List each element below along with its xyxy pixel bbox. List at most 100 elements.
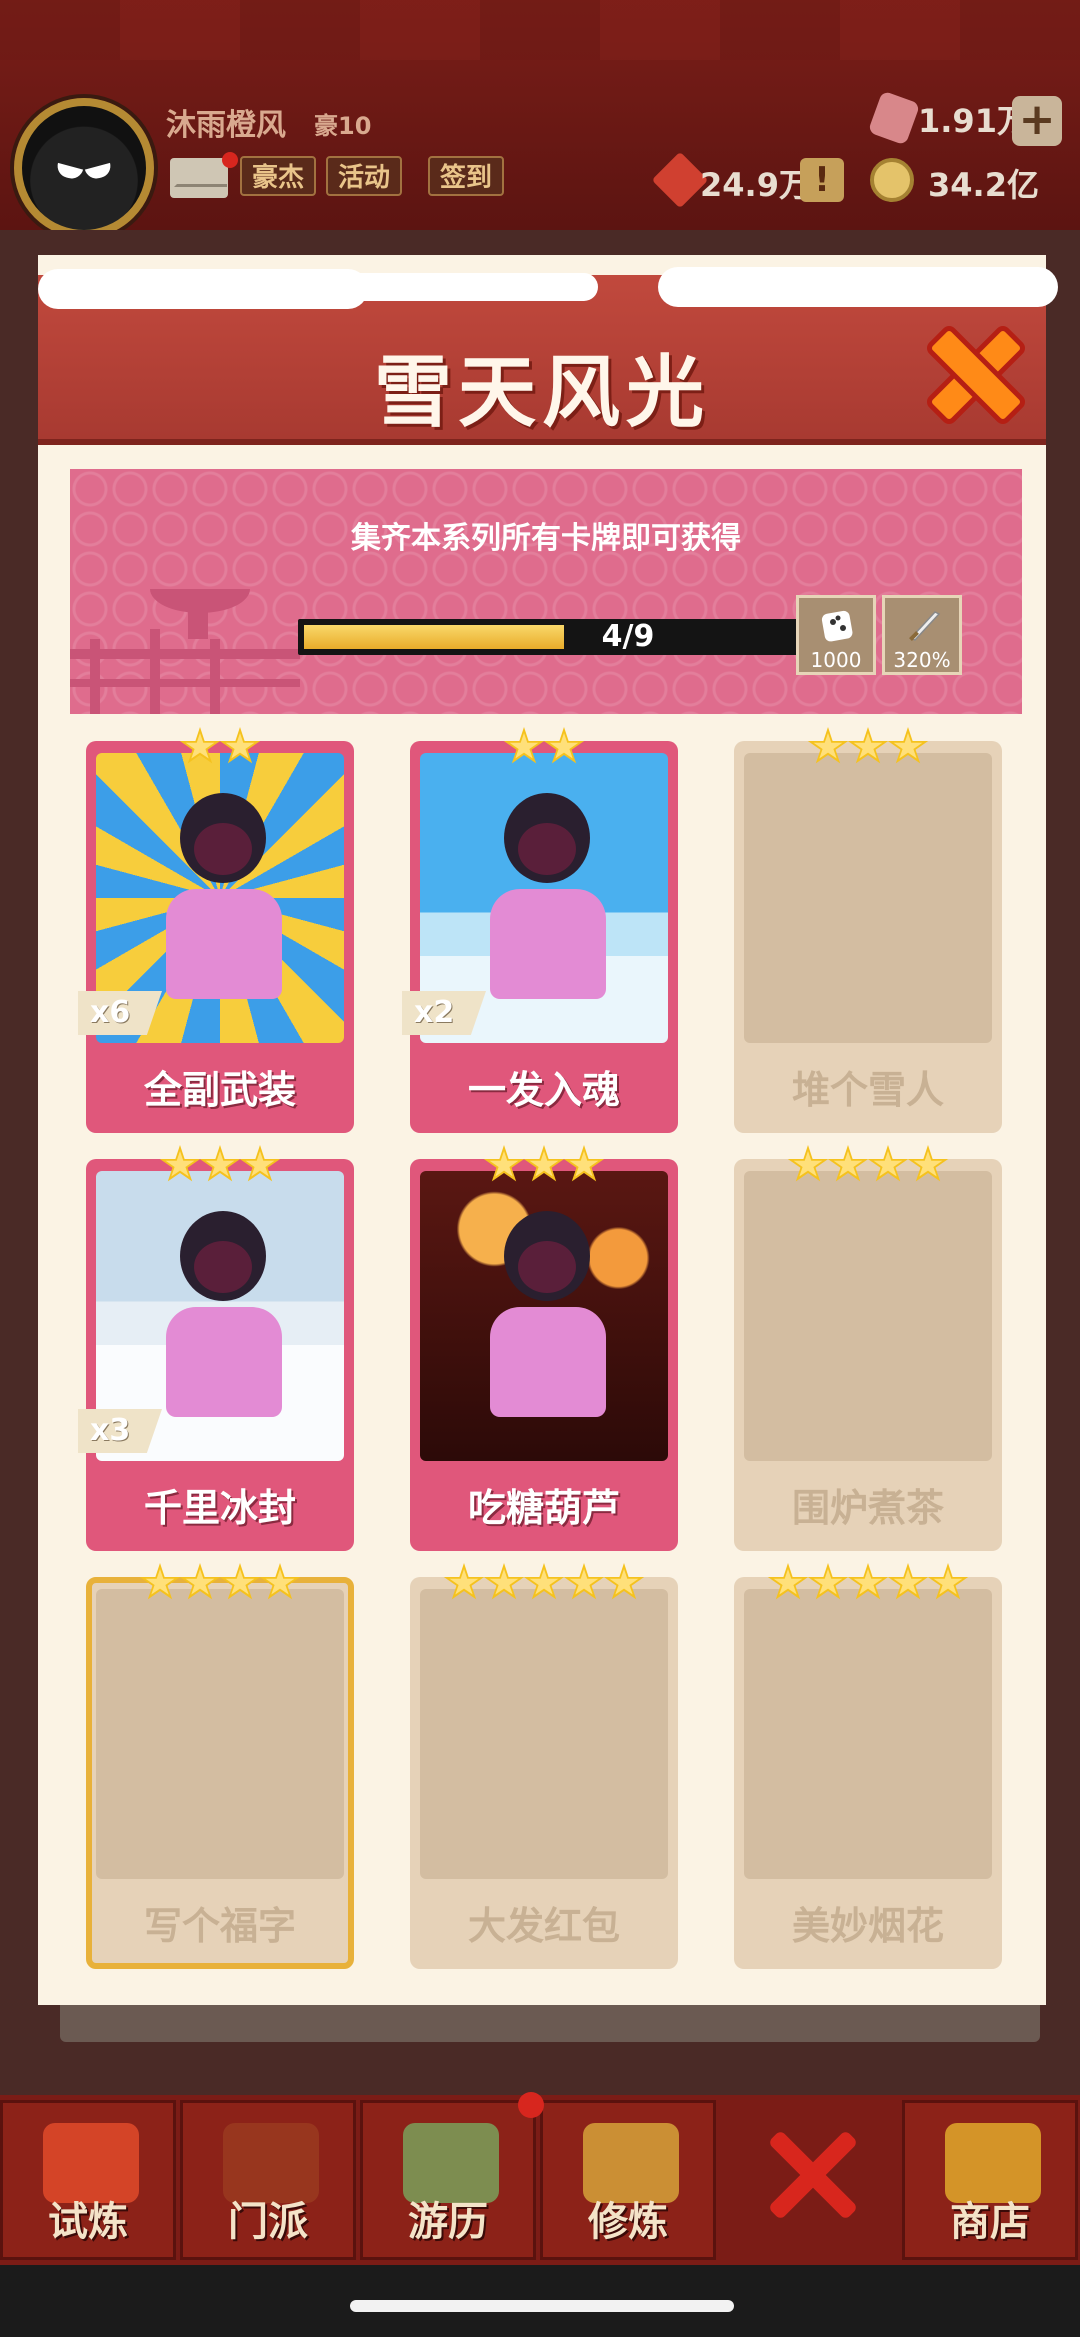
card-name: 全副武装 [143, 1068, 296, 1112]
star-icon [907, 1145, 949, 1182]
card-star-rating [410, 1563, 678, 1607]
star-icon [483, 1145, 525, 1182]
card-name: 写个福字 [143, 1904, 296, 1948]
star-icon [199, 1145, 241, 1182]
coin-count: 34.2亿 [928, 166, 1039, 204]
star-icon [179, 727, 221, 764]
activity-button[interactable]: 活动 [326, 156, 403, 196]
card-illustration [420, 1171, 668, 1461]
star-icon [603, 1563, 645, 1600]
star-icon [139, 1563, 181, 1600]
star-icon [807, 727, 849, 764]
bridge-illustration [70, 589, 300, 714]
reward-dice[interactable]: 1000 [796, 595, 876, 675]
sword-icon [909, 611, 941, 641]
card-star-rating [734, 1145, 1002, 1189]
reward-sword-value: 320% [893, 648, 951, 672]
home-indicator[interactable] [350, 2300, 734, 2312]
snow-decoration [298, 273, 598, 301]
star-icon [179, 1563, 221, 1600]
card-star-rating [410, 727, 678, 771]
card-name: 千里冰封 [143, 1486, 296, 1530]
star-icon [563, 1563, 605, 1600]
star-icon [807, 1563, 849, 1600]
star-icon [867, 1145, 909, 1182]
star-icon [927, 1563, 969, 1600]
checkin-button[interactable]: 签到 [428, 156, 505, 196]
card-star-rating [86, 1563, 354, 1607]
dice-icon [821, 610, 853, 642]
collection-card[interactable]: 大发红包 [410, 1563, 678, 1969]
collection-card[interactable]: 围炉煮茶 [734, 1145, 1002, 1551]
nav-close-icon[interactable] [756, 2120, 866, 2230]
collection-modal: 雪天风光 集齐本系列所有卡牌即可获得 4/9 1000 320% x6 全副武装… [38, 255, 1058, 2005]
collection-card[interactable]: 写个福字 [86, 1563, 354, 1969]
snow-decoration [658, 267, 1058, 307]
modal-body: 集齐本系列所有卡牌即可获得 4/9 1000 320% x6 全副武装 x2 一… [38, 451, 1046, 2005]
card-placeholder [744, 1171, 992, 1461]
nav-sect[interactable]: 门派 [180, 2100, 356, 2260]
star-icon [767, 1563, 809, 1600]
player-avatar[interactable] [14, 98, 154, 238]
avatar-eye-right [84, 162, 114, 182]
reward-sword[interactable]: 320% [882, 595, 962, 675]
reward-banner: 集齐本系列所有卡牌即可获得 4/9 1000 320% [70, 469, 1022, 714]
coin-icon [870, 158, 914, 202]
banner-text: 集齐本系列所有卡牌即可获得 [351, 521, 741, 556]
card-name: 堆个雪人 [791, 1068, 944, 1112]
star-icon [239, 1145, 281, 1182]
close-button[interactable] [926, 325, 1016, 415]
player-rank: 豪10 [314, 112, 372, 140]
star-icon [483, 1563, 525, 1600]
modal-title: 雪天风光 [373, 348, 710, 438]
star-icon [887, 727, 929, 764]
star-icon [847, 727, 889, 764]
nav-sect-label: 门派 [228, 2199, 308, 2245]
card-name: 大发红包 [467, 1904, 620, 1948]
card-name: 围炉煮茶 [791, 1486, 944, 1530]
modal-header: 雪天风光 [38, 267, 1058, 445]
progress-text: 4/9 [601, 619, 655, 654]
collection-card[interactable]: x3 千里冰封 [78, 1145, 354, 1551]
mail-notification-dot [222, 152, 238, 168]
nav-trial-label: 试炼 [48, 2199, 128, 2245]
star-icon [563, 1145, 605, 1182]
star-icon [259, 1563, 301, 1600]
star-icon [847, 1563, 889, 1600]
collection-card[interactable]: 美妙烟花 [734, 1563, 1002, 1969]
card-placeholder [744, 753, 992, 1043]
hero-button[interactable]: 豪杰 [240, 156, 317, 196]
nav-cultivate[interactable]: 修炼 [540, 2100, 716, 2260]
card-star-rating [734, 1563, 1002, 1607]
collection-card[interactable]: 堆个雪人 [734, 727, 1002, 1133]
card-name: 美妙烟花 [791, 1904, 944, 1948]
nav-cultivate-label: 修炼 [588, 2199, 668, 2245]
nav-travel-label: 游历 [408, 2199, 488, 2245]
card-star-rating [86, 1145, 354, 1189]
star-icon [523, 1145, 565, 1182]
card-star-rating [734, 727, 1002, 771]
player-name: 沐雨橙风 [166, 108, 286, 143]
collection-card[interactable]: x6 全副武装 [78, 727, 354, 1133]
collection-card[interactable]: x2 一发入魂 [402, 727, 678, 1133]
avatar-eye-left [54, 162, 84, 182]
hud-cloud-pattern [0, 0, 1080, 60]
ticket-count: 24.9万 [700, 166, 811, 204]
card-placeholder [96, 1589, 344, 1879]
ticket-info-button[interactable]: ! [800, 158, 844, 202]
card-name: 一发入魂 [467, 1068, 620, 1112]
reward-dice-value: 1000 [810, 648, 862, 672]
mail-icon[interactable] [170, 158, 228, 198]
add-gems-button[interactable]: + [1012, 96, 1062, 146]
star-icon [159, 1145, 201, 1182]
collection-progress-bar: 4/9 [298, 619, 798, 655]
nav-shop[interactable]: 商店 [902, 2100, 1078, 2260]
card-placeholder [744, 1589, 992, 1879]
collection-card[interactable]: 吃糖葫芦 [410, 1145, 678, 1551]
nav-trial[interactable]: 试炼 [0, 2100, 176, 2260]
star-icon [443, 1563, 485, 1600]
star-icon [503, 727, 545, 764]
star-icon [523, 1563, 565, 1600]
nav-travel[interactable]: 游历 [360, 2100, 536, 2260]
star-icon [543, 727, 585, 764]
